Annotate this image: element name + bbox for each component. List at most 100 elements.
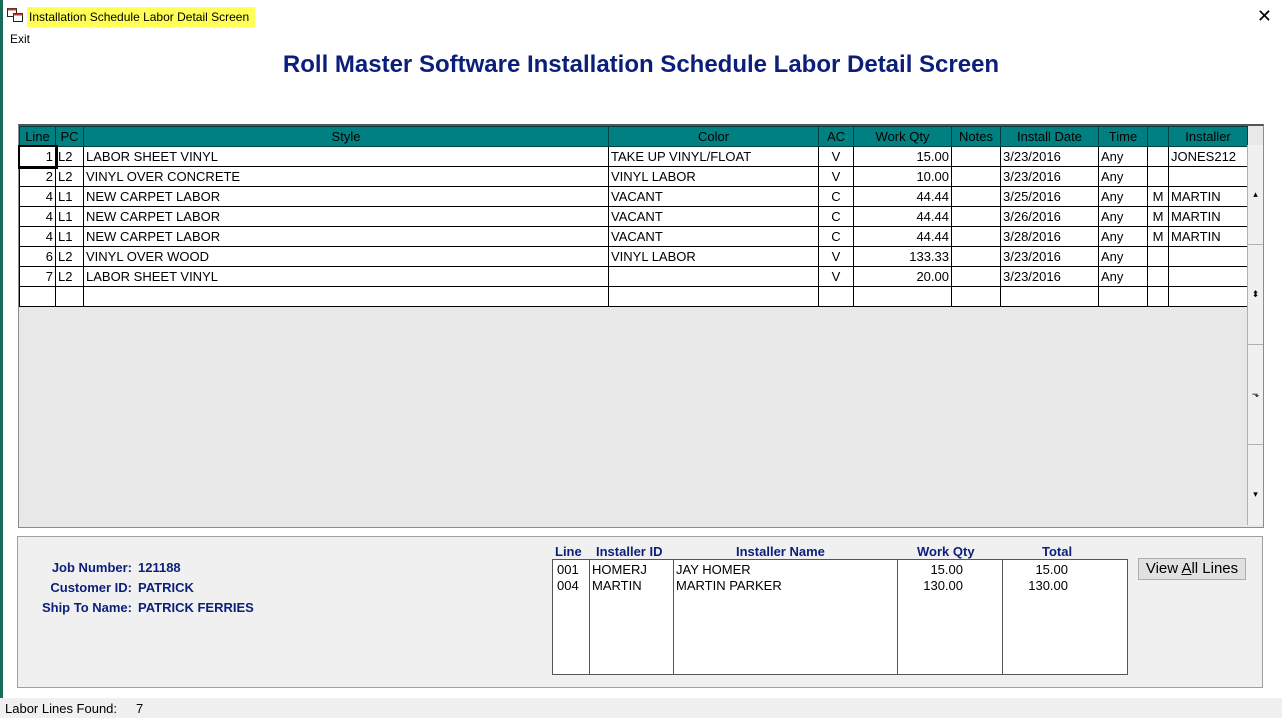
cell-time[interactable]: Any (1098, 226, 1148, 247)
col-header-work-qty[interactable]: Work Qty (853, 126, 952, 147)
cell-notes[interactable] (951, 186, 1001, 207)
cell-time[interactable]: Any (1098, 206, 1148, 227)
cell-work-qty[interactable]: 15.00 (853, 146, 952, 167)
cell-install-date[interactable]: 3/28/2016 (1000, 226, 1099, 247)
cell-color[interactable]: VACANT (608, 206, 819, 227)
close-icon[interactable]: ✕ (1257, 5, 1272, 27)
scroll-page-icon[interactable]: ⬍ (1248, 245, 1263, 345)
table-row[interactable]: 2 L2 VINYL OVER CONCRETE VINYL LABOR V 10.00 3… (19, 166, 1248, 187)
cell-ac[interactable] (818, 286, 854, 307)
cell-time[interactable] (1098, 286, 1148, 307)
cell-color[interactable] (608, 286, 819, 307)
cell-pc[interactable]: L2 (55, 166, 84, 187)
cell-flag[interactable] (1147, 166, 1169, 187)
cell-notes[interactable] (951, 226, 1001, 247)
cell-time[interactable]: Any (1098, 166, 1148, 187)
cell-line[interactable]: 2 (19, 166, 56, 187)
cell-time[interactable]: Any (1098, 186, 1148, 207)
cell-ac[interactable]: V (818, 266, 854, 287)
cell-installer[interactable] (1168, 166, 1248, 187)
cell-flag[interactable] (1147, 286, 1169, 307)
cell-color[interactable] (608, 266, 819, 287)
col-header-time[interactable]: Time (1098, 126, 1148, 147)
cell-ac[interactable]: V (818, 246, 854, 267)
cell-installer[interactable]: MARTIN (1168, 186, 1248, 207)
cell-flag[interactable] (1147, 246, 1169, 267)
col-header-ac[interactable]: AC (818, 126, 854, 147)
cell-install-date[interactable]: 3/26/2016 (1000, 206, 1099, 227)
cell-pc[interactable]: L1 (55, 206, 84, 227)
col-header-pc[interactable]: PC (55, 126, 84, 147)
cell-notes[interactable] (951, 146, 1001, 167)
cell-installer[interactable] (1168, 246, 1248, 267)
cell-line[interactable]: 4 (19, 226, 56, 247)
cell-color[interactable]: VINYL LABOR (608, 246, 819, 267)
installer-summary-list[interactable]: 001 HOMERJ JAY HOMER 15.00 15.00 004 MAR… (552, 559, 1128, 675)
table-row[interactable] (19, 286, 1248, 307)
cell-pc[interactable]: L2 (55, 266, 84, 287)
col-header-style[interactable]: Style (83, 126, 609, 147)
scroll-up-icon[interactable]: ▴ (1248, 145, 1263, 245)
cell-installer[interactable] (1168, 266, 1248, 287)
cell-notes[interactable] (951, 266, 1001, 287)
cell-line[interactable]: 7 (19, 266, 56, 287)
cell-pc[interactable] (55, 286, 84, 307)
cell-work-qty[interactable]: 44.44 (853, 206, 952, 227)
cell-notes[interactable] (951, 206, 1001, 227)
cell-flag[interactable] (1147, 266, 1169, 287)
cell-installer[interactable] (1168, 286, 1248, 307)
table-row[interactable]: 1 L2 LABOR SHEET VINYL TAKE UP VINYL/FLOAT… (17, 144, 1248, 169)
table-row[interactable]: 7 L2 LABOR SHEET VINYL V 20.00 3/23/2016 Any (19, 266, 1248, 287)
col-header-flag[interactable] (1147, 126, 1169, 147)
cell-color[interactable]: VACANT (608, 226, 819, 247)
cell-style[interactable]: LABOR SHEET VINYL (83, 146, 609, 167)
cell-installer[interactable]: JONES212 (1168, 146, 1248, 167)
cell-notes[interactable] (951, 286, 1001, 307)
cell-color[interactable]: TAKE UP VINYL/FLOAT (608, 146, 819, 167)
cell-ac[interactable]: C (818, 206, 854, 227)
cell-style[interactable]: NEW CARPET LABOR (83, 186, 609, 207)
cell-notes[interactable] (951, 246, 1001, 267)
cell-install-date[interactable]: 3/23/2016 (1000, 166, 1099, 187)
table-row[interactable]: 4 L1 NEW CARPET LABOR VACANT C 44.44 3/26/2016… (19, 206, 1248, 227)
cell-pc[interactable]: L1 (55, 186, 84, 207)
cell-ac[interactable]: C (818, 226, 854, 247)
cell-pc[interactable]: L1 (55, 226, 84, 247)
cell-pc[interactable]: L2 (55, 146, 84, 167)
cell-time[interactable]: Any (1098, 266, 1148, 287)
menu-exit[interactable]: Exit (10, 32, 30, 46)
scroll-down-icon[interactable]: ▾ (1248, 445, 1263, 544)
table-row[interactable]: 4 L1 NEW CARPET LABOR VACANT C 44.44 3/25/2016… (19, 186, 1248, 207)
cell-notes[interactable] (951, 166, 1001, 187)
cell-line[interactable]: 6 (19, 246, 56, 267)
col-header-install-date[interactable]: Install Date (1000, 126, 1099, 147)
cell-style[interactable]: LABOR SHEET VINYL (83, 266, 609, 287)
table-row[interactable]: 4 L1 NEW CARPET LABOR VACANT C 44.44 3/28/2016… (19, 226, 1248, 247)
cell-flag[interactable]: M (1147, 206, 1169, 227)
cell-installer[interactable]: MARTIN (1168, 206, 1248, 227)
col-header-notes[interactable]: Notes (951, 126, 1001, 147)
cell-time[interactable]: Any (1098, 246, 1148, 267)
cell-ac[interactable]: C (818, 186, 854, 207)
cell-work-qty[interactable]: 20.00 (853, 266, 952, 287)
cell-ac[interactable]: V (818, 166, 854, 187)
cell-style[interactable]: NEW CARPET LABOR (83, 226, 609, 247)
cell-line[interactable] (19, 286, 56, 307)
cell-color[interactable]: VACANT (608, 186, 819, 207)
cell-install-date[interactable]: 3/23/2016 (1000, 266, 1099, 287)
cell-flag[interactable] (1147, 146, 1169, 167)
scroll-page-down-icon[interactable]: ⬎ (1248, 345, 1263, 445)
cell-style[interactable]: VINYL OVER WOOD (83, 246, 609, 267)
cell-style[interactable] (83, 286, 609, 307)
cell-line[interactable]: 4 (19, 206, 56, 227)
cell-ac[interactable]: V (818, 146, 854, 167)
cell-install-date[interactable]: 3/25/2016 (1000, 186, 1099, 207)
table-row[interactable]: 6 L2 VINYL OVER WOOD VINYL LABOR V 133.33 3/23… (19, 246, 1248, 267)
cell-flag[interactable]: M (1147, 186, 1169, 207)
cell-work-qty[interactable]: 133.33 (853, 246, 952, 267)
cell-pc[interactable]: L2 (55, 246, 84, 267)
cell-time[interactable]: Any (1098, 146, 1148, 167)
col-header-installer[interactable]: Installer (1168, 126, 1248, 147)
cell-install-date[interactable]: 3/23/2016 (1000, 246, 1099, 267)
cell-work-qty[interactable] (853, 286, 952, 307)
